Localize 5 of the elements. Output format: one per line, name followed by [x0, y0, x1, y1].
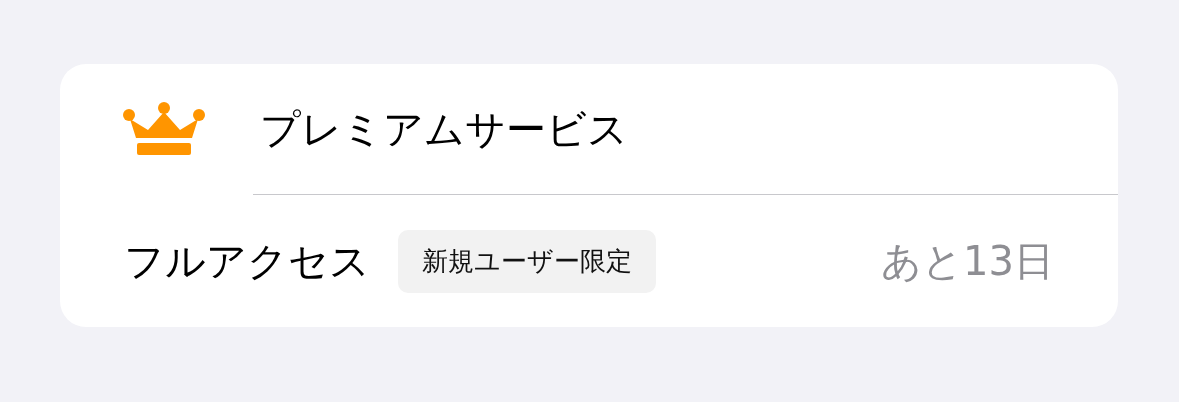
remaining-days: あと13日	[881, 233, 1054, 289]
crown-icon	[122, 102, 206, 156]
service-title: プレミアムサービス	[260, 104, 628, 154]
plan-name: フルアクセス	[124, 236, 370, 286]
new-user-badge: 新規ユーザー限定	[398, 229, 656, 293]
